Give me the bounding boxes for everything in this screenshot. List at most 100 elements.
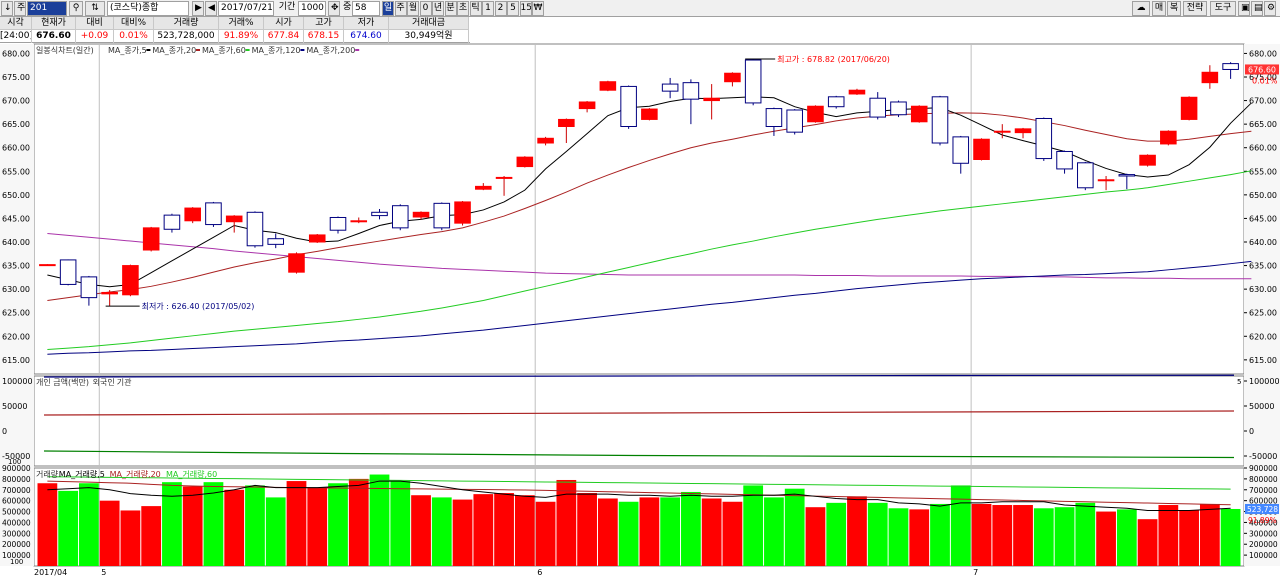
volume-bar xyxy=(307,487,328,566)
candle-body xyxy=(848,89,866,95)
legend-ma-swatch xyxy=(245,49,250,51)
candle-body xyxy=(225,215,243,223)
vol-ytick-left: 500000 xyxy=(2,508,31,517)
candle-body xyxy=(827,96,845,108)
flow-ytick-left: 50000 xyxy=(2,402,27,411)
volume-bar xyxy=(681,491,701,566)
candle-body xyxy=(807,105,824,123)
ytick-right: 630.00 xyxy=(1249,285,1277,294)
candle-body xyxy=(1180,96,1198,120)
volume-bar xyxy=(660,497,681,566)
flow-ytick-right: -50000 xyxy=(1249,452,1277,461)
vol-ytick-right: 100000 xyxy=(1249,551,1278,560)
volume-bar xyxy=(701,498,722,566)
vol-ytick-left: 200000 xyxy=(2,540,31,549)
candle-body xyxy=(101,291,118,295)
candle-body xyxy=(246,211,264,247)
chart-area[interactable]: 680.00680.00675.00675.00670.00670.00665.… xyxy=(0,0,1280,576)
candle-body xyxy=(973,138,990,161)
volume-bar xyxy=(1199,503,1220,566)
volume-bar xyxy=(1096,511,1116,566)
x-label-1: 5 xyxy=(101,568,106,576)
vol-last-pct: 91.89% xyxy=(1248,516,1277,525)
volume-bar xyxy=(577,493,597,566)
candle-body xyxy=(1014,128,1032,134)
candle-body xyxy=(1139,154,1156,166)
last-pct-label: 0.01% xyxy=(1252,76,1278,85)
candle-body xyxy=(558,118,575,128)
main-pane-title: 일봉식차트(일간) xyxy=(36,45,94,55)
volume-bar xyxy=(888,508,909,566)
vol-scale-label: 100 xyxy=(10,558,23,566)
volume-bar xyxy=(37,483,58,566)
volume-bar xyxy=(805,507,826,566)
ytick-left: 640.00 xyxy=(2,238,30,247)
legend-ma-4: MA_종가,200 xyxy=(306,46,355,55)
volume-bar xyxy=(784,488,805,566)
legend-ma-swatch xyxy=(146,49,151,51)
candle-body xyxy=(952,136,970,164)
high-annotation: 최고가 : 678.82 (2017/06/20) xyxy=(777,54,890,64)
candle-body xyxy=(537,137,554,144)
flow-ytick-right: 0 xyxy=(1249,427,1254,436)
vol-last-label: 523,728 xyxy=(1247,505,1278,514)
volume-bar xyxy=(930,503,950,566)
candle-body xyxy=(142,227,160,251)
candle-body xyxy=(661,83,679,92)
candle-body xyxy=(1097,179,1115,182)
ytick-left: 620.00 xyxy=(2,332,30,341)
volume-bar xyxy=(826,502,847,566)
vol-ytick-right: 900000 xyxy=(1249,464,1278,473)
flow-legend-1: 외국인 xyxy=(93,377,115,387)
candle-body xyxy=(1056,150,1073,170)
candle-body xyxy=(578,101,596,110)
volume-bar xyxy=(1013,505,1033,566)
ma-line-ma5 xyxy=(47,96,1252,288)
ytick-right: 615.00 xyxy=(1249,356,1277,365)
vol-legend-1: MA_거래량,5 xyxy=(59,469,105,479)
flow-legend-2: 기관 xyxy=(117,377,132,387)
vol-legend-2: MA_거래량,20 xyxy=(110,469,161,479)
ytick-left: 670.00 xyxy=(2,97,30,106)
volume-bar xyxy=(556,479,577,566)
ytick-left: 645.00 xyxy=(2,214,30,223)
vol-ytick-left: 800000 xyxy=(2,475,31,484)
candle-body xyxy=(163,214,181,230)
flow-ytick-left: 100000 xyxy=(2,377,33,386)
ytick-left: 630.00 xyxy=(2,285,30,294)
candle-body xyxy=(1118,174,1136,177)
vol-ytick-left: 400000 xyxy=(2,518,31,527)
candle-body xyxy=(724,72,741,83)
x-label-2: 6 xyxy=(537,568,542,576)
volume-bar xyxy=(182,486,203,566)
candle-body xyxy=(371,211,388,217)
candle-body xyxy=(454,201,471,224)
volume-bar xyxy=(722,501,743,566)
legend-ma-3: MA_종가,120 xyxy=(252,46,301,55)
candle-body xyxy=(765,108,783,128)
candle-body xyxy=(869,97,887,118)
legend-ma-swatch xyxy=(300,49,305,51)
candle-body xyxy=(1077,162,1094,189)
volume-bar xyxy=(99,500,120,566)
volume-bar xyxy=(1033,508,1054,566)
candle-body xyxy=(703,97,720,102)
volume-bar xyxy=(847,496,867,566)
flow-line-2 xyxy=(43,450,1235,459)
volume-bar xyxy=(971,503,992,566)
volume-bar xyxy=(1075,502,1096,566)
ytick-right: 660.00 xyxy=(1249,144,1277,153)
ytick-right: 625.00 xyxy=(1249,309,1277,318)
vol-legend-3: MA_거래량,60 xyxy=(166,469,217,479)
legend-ma-2: MA_종가,60 xyxy=(202,46,246,55)
vol-ytick-left: 900000 xyxy=(2,464,31,473)
volume-bar xyxy=(265,497,286,566)
volume-bar xyxy=(431,497,452,566)
ytick-right: 620.00 xyxy=(1249,332,1277,341)
candle-body xyxy=(184,207,201,222)
volume-bar xyxy=(224,489,245,566)
volume-bar xyxy=(328,483,348,566)
volume-bar xyxy=(597,498,618,566)
ytick-left: 615.00 xyxy=(2,356,30,365)
volume-bar xyxy=(1220,508,1241,566)
